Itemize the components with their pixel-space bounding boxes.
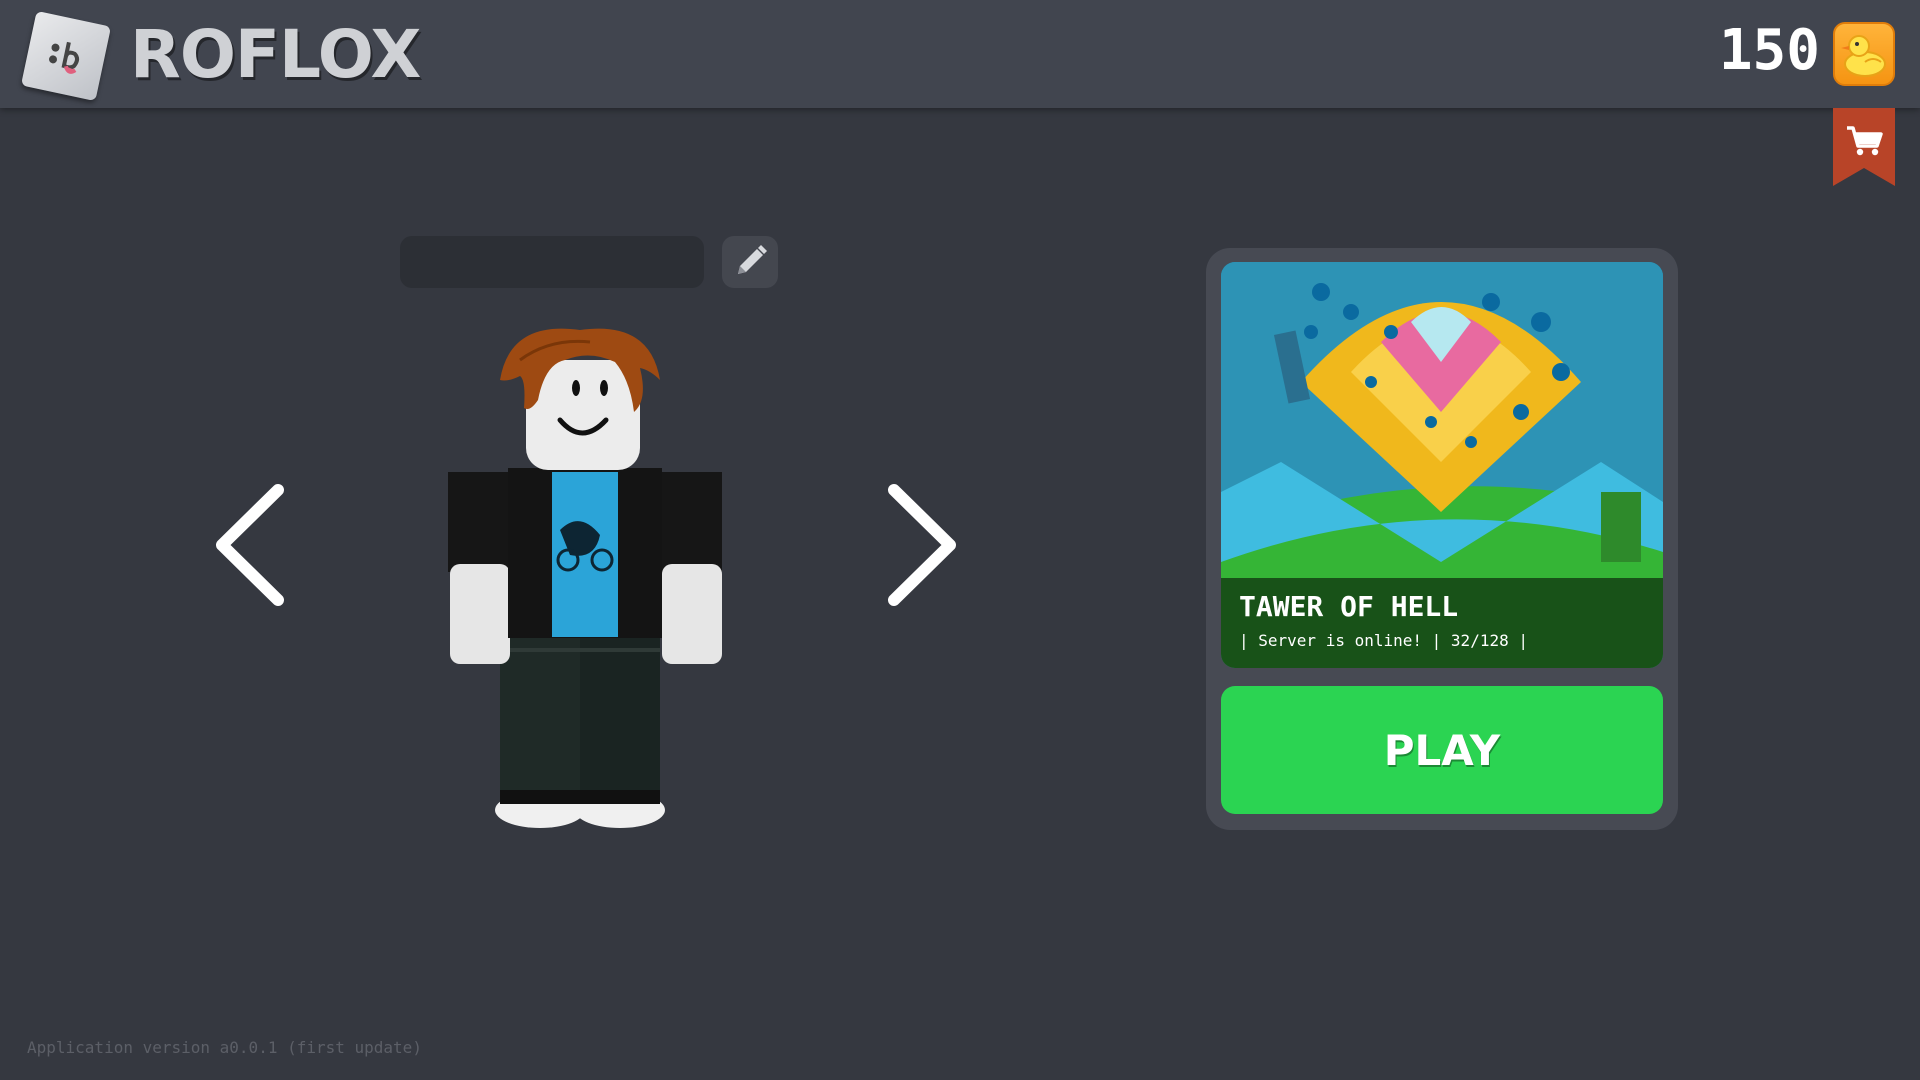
chevron-left-icon [216, 484, 284, 606]
roflox-logo-icon [20, 10, 112, 102]
edit-name-button[interactable] [722, 236, 778, 288]
pencil-icon [738, 245, 767, 274]
game-card: TAWER OF HELL | Server is online! | 32/1… [1206, 248, 1678, 830]
brand-title: ROFLOX [130, 16, 421, 93]
previous-avatar-button[interactable] [208, 480, 288, 614]
duck-icon[interactable] [1833, 22, 1895, 86]
next-avatar-button[interactable] [880, 480, 960, 614]
play-button[interactable]: PLAY [1221, 686, 1663, 814]
currency-amount: 150 [1718, 18, 1820, 83]
game-thumbnail[interactable]: TAWER OF HELL | Server is online! | 32/1… [1221, 262, 1663, 668]
chevron-right-icon [888, 484, 956, 606]
avatar-figure [420, 320, 750, 844]
game-title: TAWER OF HELL [1239, 590, 1459, 623]
top-bar: ROFLOX 150 [0, 0, 1920, 108]
game-info-overlay: TAWER OF HELL | Server is online! | 32/1… [1221, 578, 1663, 668]
shopping-cart-icon[interactable] [1833, 108, 1895, 186]
server-status: | Server is online! | 32/128 | [1239, 631, 1528, 650]
app-version: Application version a0.0.1 (first update… [27, 1038, 422, 1057]
username-input[interactable] [400, 236, 704, 288]
